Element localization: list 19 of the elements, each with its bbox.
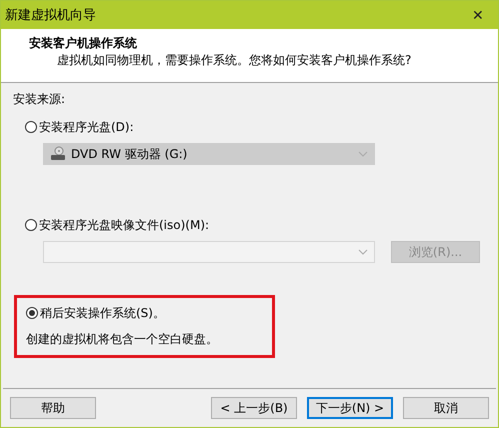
- radio-option[interactable]: 安装程序光盘映像文件(iso)(M):: [25, 217, 210, 233]
- source-label: 安装来源:: [13, 91, 66, 107]
- radio-option[interactable]: 安装程序光盘(D):: [25, 119, 134, 135]
- option-description: 创建的虚拟机将包含一个空白硬盘。: [26, 331, 219, 347]
- footer-button[interactable]: < 上一步(B): [211, 397, 297, 419]
- close-button[interactable]: ✕: [458, 1, 498, 29]
- chevron-down-icon: [358, 151, 368, 157]
- radio-button[interactable]: [25, 219, 37, 231]
- footer-button[interactable]: 下一步(N) >: [307, 397, 393, 419]
- page-subtitle: 虚拟机如同物理机，需要操作系统。您将如何安装客户机操作系统?: [56, 52, 412, 69]
- radio-option[interactable]: 稍后安装操作系统(S)。: [26, 305, 165, 321]
- page-heading: 安装客户机操作系统: [29, 35, 138, 51]
- footer-button[interactable]: 帮助: [10, 397, 96, 419]
- chevron-down-icon: [358, 249, 368, 255]
- radio-button[interactable]: [25, 121, 37, 133]
- radio-button[interactable]: [26, 307, 38, 319]
- window-title: 新建虚拟机向导: [5, 7, 96, 24]
- optical-drive-icon: [50, 146, 66, 162]
- footer-button[interactable]: 取消: [403, 397, 489, 419]
